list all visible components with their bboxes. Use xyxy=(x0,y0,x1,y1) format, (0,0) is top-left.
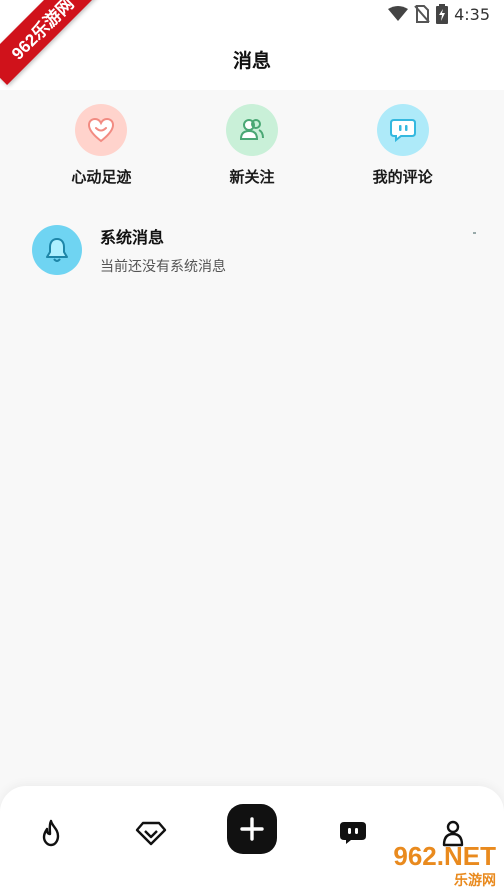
message-subtitle: 当前还没有系统消息 xyxy=(100,258,226,274)
tab-hot[interactable] xyxy=(26,808,76,858)
no-sim-icon xyxy=(414,5,430,23)
users-icon xyxy=(225,104,278,156)
quick-label: 新关注 xyxy=(229,169,275,186)
quick-item-my-comments[interactable]: 我的评论 xyxy=(348,104,458,194)
list-item-system-message[interactable]: 系统消息 当前还没有系统消息 xyxy=(32,218,482,282)
header: 消息 xyxy=(0,28,504,90)
status-icons: 4:35 xyxy=(388,4,490,24)
flame-icon xyxy=(42,819,60,847)
plus-icon xyxy=(240,817,264,841)
quick-actions: 心动足迹 新关注 我的评论 xyxy=(0,104,504,194)
bell-icon xyxy=(32,225,82,275)
watermark-logo: 962.NET 乐游网 xyxy=(364,842,496,892)
quick-item-new-followers[interactable]: 新关注 xyxy=(197,104,307,194)
watermark-logo-bottom: 乐游网 xyxy=(454,872,496,888)
add-button[interactable] xyxy=(227,804,277,854)
page-title: 消息 xyxy=(232,50,271,72)
wifi-icon xyxy=(388,6,409,21)
message-indicator xyxy=(473,232,476,234)
quick-label: 心动足迹 xyxy=(71,169,132,186)
quick-label: 我的评论 xyxy=(372,169,433,186)
diamond-icon xyxy=(135,821,167,846)
chat-dots-icon xyxy=(376,104,429,156)
message-text: 系统消息 当前还没有系统消息 xyxy=(100,224,226,276)
watermark-logo-top: 962.NET xyxy=(393,841,496,871)
quick-item-heart-footprints[interactable]: 心动足迹 xyxy=(46,104,156,194)
heart-smile-icon xyxy=(75,104,128,156)
message-title: 系统消息 xyxy=(100,230,165,247)
tab-discover[interactable] xyxy=(126,808,176,858)
status-time: 4:35 xyxy=(454,4,490,24)
battery-icon xyxy=(436,4,449,24)
